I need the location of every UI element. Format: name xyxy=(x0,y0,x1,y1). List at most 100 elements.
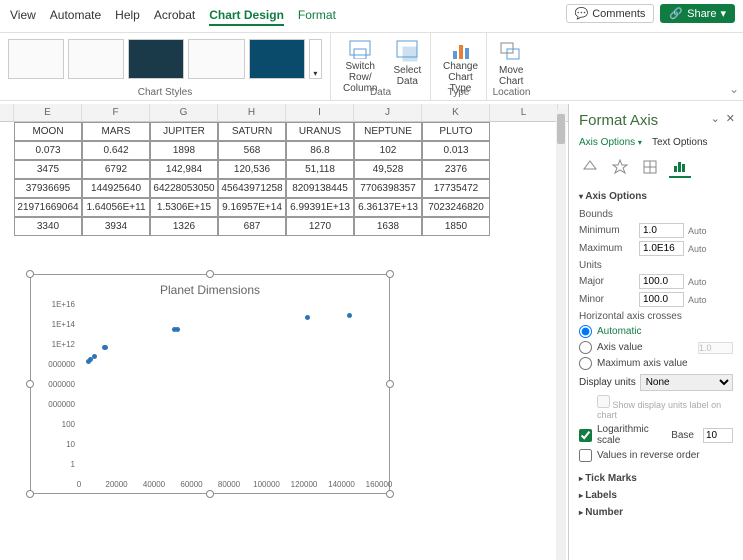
collapse-icon[interactable]: ⌄ xyxy=(711,112,720,125)
max-axis-value-radio[interactable] xyxy=(579,357,592,370)
table-cell[interactable]: 687 xyxy=(218,217,286,236)
tab-help[interactable]: Help xyxy=(115,6,140,26)
fill-line-icon[interactable] xyxy=(579,156,601,178)
table-cell[interactable]: 142,984 xyxy=(150,160,218,179)
table-header-cell[interactable]: MARS xyxy=(82,122,150,141)
table-cell[interactable]: 144925640 xyxy=(82,179,150,198)
table-header-cell[interactable]: NEPTUNE xyxy=(354,122,422,141)
tab-format[interactable]: Format xyxy=(298,6,336,26)
axis-value-radio[interactable] xyxy=(579,341,592,354)
tab-view[interactable]: View xyxy=(10,6,36,26)
data-point[interactable] xyxy=(347,313,352,318)
resize-handle[interactable] xyxy=(26,490,34,498)
maximum-input[interactable] xyxy=(639,241,684,256)
effects-icon[interactable] xyxy=(609,156,631,178)
reverse-order-checkbox[interactable] xyxy=(579,449,592,462)
resize-handle[interactable] xyxy=(206,490,214,498)
table-cell[interactable]: 86.8 xyxy=(286,141,354,160)
section-labels[interactable]: Labels xyxy=(579,487,733,504)
table-cell[interactable]: 6792 xyxy=(82,160,150,179)
table-cell[interactable]: 9.16957E+14 xyxy=(218,198,286,217)
table-cell[interactable]: 6.36137E+13 xyxy=(354,198,422,217)
auto-button[interactable]: Auto xyxy=(688,277,707,287)
section-tick-marks[interactable]: Tick Marks xyxy=(579,470,733,487)
table-cell[interactable]: 7023246820 xyxy=(422,198,490,217)
table-cell[interactable]: 7706398357 xyxy=(354,179,422,198)
vertical-scrollbar[interactable] xyxy=(556,110,566,560)
table-cell[interactable]: 1.64056E+11 xyxy=(82,198,150,217)
auto-button[interactable]: Auto xyxy=(688,244,707,254)
table-cell[interactable]: 3340 xyxy=(14,217,82,236)
table-cell[interactable]: 1850 xyxy=(422,217,490,236)
chart-title[interactable]: Planet Dimensions xyxy=(31,275,389,305)
data-point[interactable] xyxy=(103,345,108,350)
table-cell[interactable]: 51,118 xyxy=(286,160,354,179)
size-properties-icon[interactable] xyxy=(639,156,661,178)
table-cell[interactable]: 0.013 xyxy=(422,141,490,160)
auto-button[interactable]: Auto xyxy=(688,295,707,305)
ribbon-collapse-icon[interactable]: ⌄ xyxy=(729,82,739,96)
minor-input[interactable] xyxy=(639,292,684,307)
resize-handle[interactable] xyxy=(26,380,34,388)
table-header-cell[interactable]: PLUTO xyxy=(422,122,490,141)
plot-area[interactable]: 1101000000000000000000001E+121E+141E+160… xyxy=(79,305,379,475)
resize-handle[interactable] xyxy=(206,270,214,278)
table-cell[interactable]: 0.073 xyxy=(14,141,82,160)
section-number[interactable]: Number xyxy=(579,504,733,521)
axis-options-icon[interactable] xyxy=(669,156,691,178)
table-cell[interactable]: 0.642 xyxy=(82,141,150,160)
close-icon[interactable]: ✕ xyxy=(726,112,735,125)
resize-handle[interactable] xyxy=(386,490,394,498)
data-point[interactable] xyxy=(92,354,97,359)
column-header[interactable]: J xyxy=(354,104,422,121)
column-header[interactable]: G xyxy=(150,104,218,121)
automatic-radio[interactable] xyxy=(579,325,592,338)
scroll-thumb[interactable] xyxy=(557,114,565,144)
column-header[interactable]: K xyxy=(422,104,490,121)
table-cell[interactable]: 1270 xyxy=(286,217,354,236)
tab-automate[interactable]: Automate xyxy=(50,6,101,26)
table-header-cell[interactable]: URANUS xyxy=(286,122,354,141)
table-cell[interactable]: 49,528 xyxy=(354,160,422,179)
table-cell[interactable]: 2376 xyxy=(422,160,490,179)
table-header-cell[interactable]: JUPITER xyxy=(150,122,218,141)
chart-styles-more[interactable]: ▾ xyxy=(309,39,322,79)
panel-tab-text-options[interactable]: Text Options xyxy=(652,137,708,148)
chart-style-4[interactable] xyxy=(188,39,244,79)
data-point[interactable] xyxy=(305,315,310,320)
minimum-input[interactable] xyxy=(639,223,684,238)
table-cell[interactable]: 1326 xyxy=(150,217,218,236)
table-cell[interactable]: 64228053050 xyxy=(150,179,218,198)
table-cell[interactable]: 17735472 xyxy=(422,179,490,198)
select-data-button[interactable]: Select Data xyxy=(385,35,429,98)
table-cell[interactable]: 3475 xyxy=(14,160,82,179)
table-cell[interactable]: 3934 xyxy=(82,217,150,236)
chart-style-3[interactable] xyxy=(128,39,184,79)
column-header[interactable]: L xyxy=(490,104,558,121)
table-cell[interactable]: 45643971258 xyxy=(218,179,286,198)
base-input[interactable] xyxy=(703,428,733,443)
column-header[interactable]: F xyxy=(82,104,150,121)
chart-style-5[interactable] xyxy=(249,39,305,79)
column-header[interactable]: I xyxy=(286,104,354,121)
comments-button[interactable]: 💬Comments xyxy=(566,4,655,23)
resize-handle[interactable] xyxy=(386,270,394,278)
column-header[interactable]: E xyxy=(14,104,82,121)
resize-handle[interactable] xyxy=(386,380,394,388)
table-cell[interactable]: 568 xyxy=(218,141,286,160)
table-cell[interactable]: 102 xyxy=(354,141,422,160)
tab-chart-design[interactable]: Chart Design xyxy=(209,6,284,26)
tab-acrobat[interactable]: Acrobat xyxy=(154,6,195,26)
chart-style-1[interactable] xyxy=(8,39,64,79)
table-cell[interactable]: 21971669064 xyxy=(14,198,82,217)
table-header-cell[interactable]: MOON xyxy=(14,122,82,141)
chart-object[interactable]: Planet Dimensions 1101000000000000000000… xyxy=(30,274,390,494)
table-header-cell[interactable]: SATURN xyxy=(218,122,286,141)
table-cell[interactable]: 1638 xyxy=(354,217,422,236)
section-axis-options[interactable]: Axis Options xyxy=(579,188,733,205)
major-input[interactable] xyxy=(639,274,684,289)
table-cell[interactable]: 37936695 xyxy=(14,179,82,198)
table-cell[interactable]: 6.99391E+13 xyxy=(286,198,354,217)
log-scale-checkbox[interactable] xyxy=(579,429,592,442)
display-units-select[interactable]: None xyxy=(640,374,733,391)
